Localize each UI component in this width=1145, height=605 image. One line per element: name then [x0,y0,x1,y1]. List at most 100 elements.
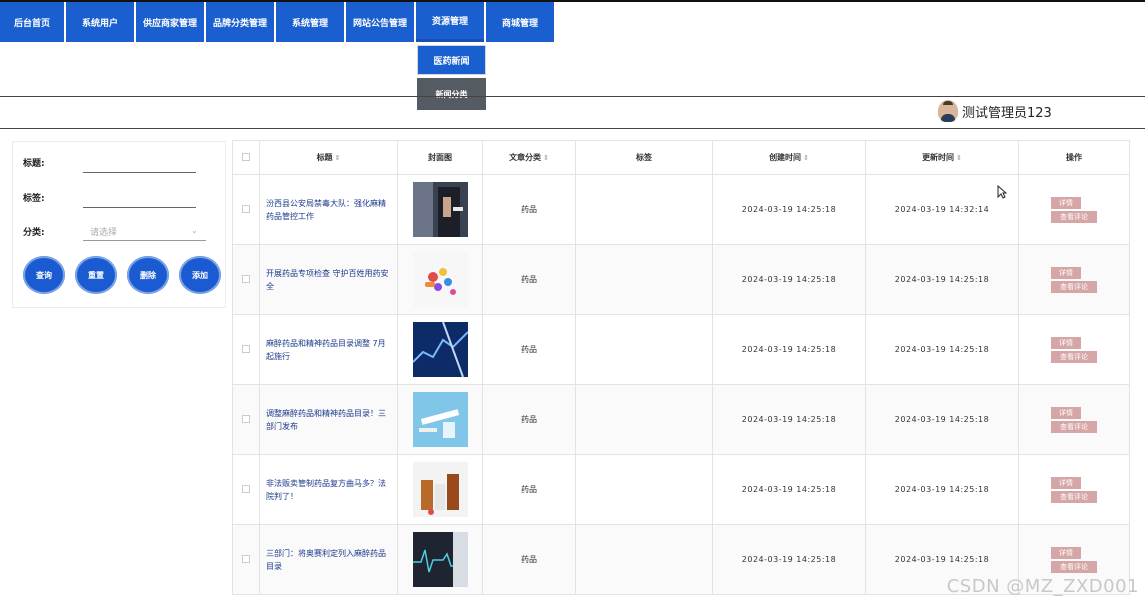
cover-image [411,321,469,378]
row-checkbox[interactable] [242,554,250,563]
title-input[interactable] [83,172,196,173]
nav-item-7[interactable]: 商城管理 [486,2,554,42]
sort-icon: ⇕ [334,154,341,162]
dropdown-item-medical-news[interactable]: 医药新闻 [417,45,486,75]
row-checkbox[interactable] [242,344,250,353]
row-tags [575,454,713,525]
row-created: 2024-03-19 14:25:18 [712,244,866,315]
table-row[interactable]: 调整麻醉药品和精神药品目录！三部门发布 药品 2024-03-19 14:25:18… [232,384,1130,455]
row-checkbox[interactable] [242,204,250,213]
row-title: 非法贩卖管制药品复方曲马多？法院判了！ [259,454,398,525]
row-checkbox[interactable] [242,484,250,493]
user-name: 测试管理员123 [962,105,1052,121]
header-created[interactable]: 创建时间 ⇕ [712,140,866,175]
row-title: 调整麻醉药品和精神药品目录！三部门发布 [259,384,398,455]
table-row[interactable]: 麻醉药品和精神药品目录调整 7月起施行 药品 2024-03-19 14:25:18… [232,314,1130,385]
table-row[interactable]: 汾西县公安局禁毒大队：强化麻精药品管控工作 药品 2024-03-19 14:25:… [232,174,1130,245]
sort-icon: ⇕ [803,154,809,162]
sort-icon: ⇕ [543,154,549,162]
row-category: 药品 [482,384,576,455]
view-comments-button[interactable]: 查看评论 [1051,280,1097,293]
row-category: 药品 [482,524,576,595]
view-comments-button[interactable]: 查看评论 [1051,490,1097,503]
query-button[interactable]: 查询 [23,256,65,294]
cover-image [412,182,468,237]
tags-input[interactable] [83,207,196,208]
nav-item-3[interactable]: 品牌分类管理 [206,2,274,42]
row-category: 药品 [482,244,576,315]
nav-item-0[interactable]: 后台首页 [0,2,64,42]
row-checkbox-cell [232,524,260,595]
row-title: 麻醉药品和精神药品目录调整 7月起施行 [259,314,398,385]
news-table: 标题 ⇕ 封面图 文章分类 ⇕ 标签 创建时间 ⇕ 更新时间 ⇕ 操作 汾西县公安局禁毒… [232,140,1130,595]
row-tags [575,174,713,245]
row-cover [397,174,483,245]
row-checkbox[interactable] [242,414,250,423]
watermark: CSDN @MZ_ZXD001 [946,576,1139,597]
header-created-label: 创建时间 [769,153,802,162]
avatar [938,100,958,122]
row-ops: 详情 查看评论 [1018,244,1130,315]
nav-item-1[interactable]: 系统用户 [66,2,134,42]
reset-button[interactable]: 重置 [75,256,117,294]
select-all-checkbox[interactable] [242,152,250,161]
user-info[interactable]: 测试管理员123 [938,100,1052,122]
header-divider-bottom [0,128,1145,129]
header-category[interactable]: 文章分类 ⇕ [482,140,576,175]
detail-button[interactable]: 详情 [1051,406,1081,419]
nav-item-4[interactable]: 系统管理 [276,2,344,42]
row-tags [575,244,713,315]
category-select[interactable]: 请选择 [90,225,117,238]
nav-item-5[interactable]: 网站公告管理 [346,2,414,42]
search-buttons: 查询 重置 删除 添加 [23,256,231,294]
row-created: 2024-03-19 14:25:18 [712,524,866,595]
view-comments-button[interactable]: 查看评论 [1051,420,1097,433]
title-label: 标题: [23,159,45,169]
row-tags [575,314,713,385]
row-title: 开展药品专项检查 守护百姓用药安全 [259,244,398,315]
cover-image [412,392,468,447]
header-title[interactable]: 标题 ⇕ [259,140,398,175]
row-ops: 详情 查看评论 [1018,454,1130,525]
row-checkbox-cell [232,174,260,245]
cover-image [412,462,468,517]
detail-button[interactable]: 详情 [1051,336,1081,349]
nav-item-2[interactable]: 供应商家管理 [136,2,204,42]
row-created: 2024-03-19 14:25:18 [712,314,866,385]
detail-button[interactable]: 详情 [1051,546,1081,559]
row-updated: 2024-03-19 14:25:18 [865,244,1019,315]
row-cover [397,454,483,525]
table-row[interactable]: 开展药品专项检查 守护百姓用药安全 药品 2024-03-19 14:25:18 20… [232,244,1130,315]
row-category: 药品 [482,454,576,525]
detail-button[interactable]: 详情 [1051,266,1081,279]
header-divider-top [0,96,1145,97]
header-updated[interactable]: 更新时间 ⇕ [865,140,1019,175]
row-checkbox[interactable] [242,274,250,283]
table-row[interactable]: 非法贩卖管制药品复方曲马多？法院判了！ 药品 2024-03-19 14:25:18… [232,454,1130,525]
add-button[interactable]: 添加 [179,256,221,294]
header-category-label: 文章分类 [509,153,542,162]
detail-button[interactable]: 详情 [1051,476,1081,489]
cover-image [412,532,468,587]
view-comments-button[interactable]: 查看评论 [1051,210,1097,223]
dropdown-item-news-category[interactable]: 新闻分类 [417,78,486,110]
view-comments-button[interactable]: 查看评论 [1051,560,1097,573]
chevron-down-icon: ⌄ [191,226,198,235]
row-checkbox-cell [232,244,260,315]
row-title: 汾西县公安局禁毒大队：强化麻精药品管控工作 [259,174,398,245]
header-tags: 标签 [575,140,713,175]
row-category: 药品 [482,314,576,385]
row-cover [397,384,483,455]
view-comments-button[interactable]: 查看评论 [1051,350,1097,363]
mouse-cursor-icon [997,184,1008,203]
detail-button[interactable]: 详情 [1051,196,1081,209]
row-ops: 详情 查看评论 [1018,314,1130,385]
category-select-underline [83,240,206,241]
select-all-cell [232,140,260,175]
row-updated: 2024-03-19 14:25:18 [865,384,1019,455]
row-updated: 2024-03-19 14:32:14 [865,174,1019,245]
row-category: 药品 [482,174,576,245]
row-created: 2024-03-19 14:25:18 [712,384,866,455]
nav-item-6[interactable]: 资源管理 [416,2,484,42]
delete-button[interactable]: 删除 [127,256,169,294]
